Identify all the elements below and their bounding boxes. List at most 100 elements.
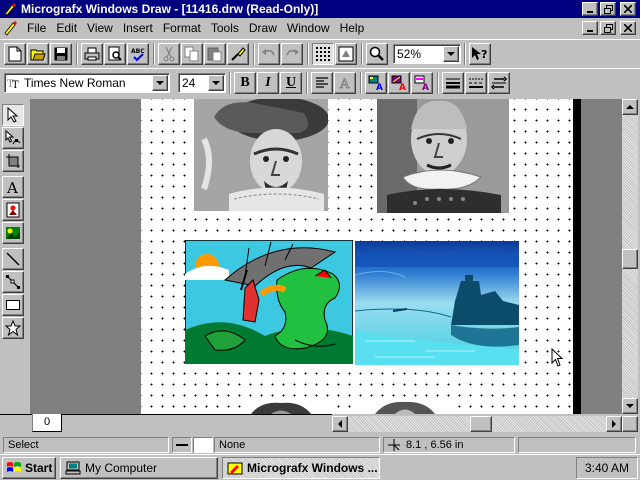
help-pointer-icon: ? <box>472 46 487 61</box>
horizontal-scroll-thumb[interactable] <box>470 416 492 432</box>
windows-logo-icon <box>7 461 21 472</box>
clipart-portrait-partial-left[interactable] <box>241 399 337 414</box>
text-outline-style-button[interactable]: A <box>411 71 433 94</box>
clipart-dragon-knight[interactable] <box>185 240 353 364</box>
clipart-icon <box>6 227 20 239</box>
curve-icon <box>6 275 20 289</box>
line-style-button[interactable] <box>465 71 487 94</box>
doc-minimize-button[interactable] <box>582 21 598 35</box>
symbol-tool[interactable] <box>2 199 24 221</box>
save-button[interactable] <box>50 42 72 65</box>
scroll-right-button[interactable] <box>606 416 622 432</box>
rectangle-tool[interactable] <box>2 294 24 316</box>
menu-view[interactable]: View <box>82 19 118 37</box>
taskbar-my-computer[interactable]: My Computer <box>60 456 218 479</box>
system-tray-clock[interactable]: 3:40 AM <box>576 456 638 479</box>
vertical-scroll-thumb[interactable] <box>622 249 638 269</box>
font-size-dropdown-button[interactable] <box>208 74 224 91</box>
curve-tool[interactable] <box>2 271 24 293</box>
text-pattern-icon: A <box>391 75 406 91</box>
paste-button[interactable] <box>204 42 226 65</box>
svg-text:A: A <box>6 179 18 195</box>
minimize-button[interactable] <box>582 2 598 16</box>
arrow-right-icon <box>612 420 616 428</box>
zoom-combo[interactable]: 52% <box>393 43 461 64</box>
font-size-combo[interactable]: 24 <box>178 72 226 93</box>
star-tool[interactable] <box>2 317 24 339</box>
context-help-button[interactable]: ? <box>469 42 491 65</box>
title-bar[interactable]: Micrografx Windows Draw - [11416.drw (Re… <box>0 0 640 18</box>
drawing-workspace[interactable] <box>30 99 622 414</box>
open-button[interactable] <box>27 42 49 65</box>
font-name-dropdown-button[interactable] <box>152 74 168 91</box>
line-tool[interactable] <box>2 248 24 270</box>
doc-restore-button[interactable] <box>600 21 616 35</box>
zoom-button[interactable] <box>366 42 388 65</box>
align-left-icon <box>316 76 328 88</box>
cut-button[interactable] <box>158 42 180 65</box>
crop-tool[interactable] <box>2 150 24 172</box>
print-preview-button[interactable] <box>104 42 126 65</box>
restore-icon <box>603 23 613 33</box>
bold-button[interactable]: B <box>234 71 256 94</box>
document-icon[interactable] <box>2 20 18 36</box>
menu-window[interactable]: Window <box>282 19 335 37</box>
zoom-dropdown-button[interactable] <box>443 45 459 62</box>
menu-file[interactable]: File <box>22 19 51 37</box>
menu-format[interactable]: Format <box>158 19 206 37</box>
new-button[interactable] <box>4 42 26 65</box>
scissors-icon <box>163 46 175 61</box>
computer-icon <box>65 461 81 474</box>
menu-insert[interactable]: Insert <box>118 19 158 37</box>
line-weight-button[interactable] <box>442 71 464 94</box>
text-effects-button[interactable]: A <box>334 71 356 94</box>
restore-button[interactable] <box>600 2 616 16</box>
format-painter-button[interactable] <box>227 42 249 65</box>
redo-button[interactable] <box>281 42 303 65</box>
drawing-page[interactable] <box>141 99 573 414</box>
scroll-down-button[interactable] <box>622 398 638 414</box>
italic-button[interactable]: I <box>257 71 279 94</box>
doc-close-button[interactable] <box>620 21 636 35</box>
page-view-button[interactable] <box>335 42 357 65</box>
menu-edit[interactable]: Edit <box>51 19 82 37</box>
app-icon[interactable] <box>3 2 17 16</box>
scroll-left-button[interactable] <box>332 416 348 432</box>
node-edit-tool[interactable] <box>2 127 24 149</box>
tool-palette: A <box>2 104 26 339</box>
print-button[interactable] <box>81 42 103 65</box>
text-pattern-button[interactable]: A <box>388 71 410 94</box>
grid-toggle-button[interactable] <box>312 42 334 65</box>
text-color-button[interactable]: A <box>365 71 387 94</box>
clipart-portrait-collar[interactable] <box>377 99 509 213</box>
copy-button[interactable] <box>181 42 203 65</box>
menu-help[interactable]: Help <box>335 19 370 37</box>
text-tool[interactable]: A <box>2 176 24 198</box>
printer-icon <box>84 47 100 60</box>
close-button[interactable] <box>620 2 636 16</box>
clipart-portrait-partial-right[interactable] <box>355 399 455 414</box>
undo-button[interactable] <box>258 42 280 65</box>
spell-check-icon: ABC <box>131 48 145 61</box>
copy-icon <box>184 46 199 61</box>
paintbrush-icon <box>231 46 246 61</box>
clipart-castle-lake[interactable] <box>355 241 519 365</box>
taskbar-windows-draw[interactable]: Micrografx Windows ... <box>222 456 380 479</box>
page-tab[interactable]: 0 <box>32 414 62 432</box>
new-document-icon <box>8 46 22 61</box>
menu-tools[interactable]: Tools <box>206 19 244 37</box>
vertical-scrollbar[interactable] <box>622 99 638 414</box>
spelling-button[interactable]: ABC <box>127 42 149 65</box>
clipart-tool[interactable] <box>2 222 24 244</box>
underline-button[interactable]: U <box>280 71 302 94</box>
line-ends-button[interactable] <box>488 71 510 94</box>
start-button[interactable]: Start <box>2 456 56 479</box>
clipart-portrait-hat[interactable] <box>194 99 328 211</box>
select-tool[interactable] <box>2 104 24 126</box>
text-fill-icon: A <box>368 75 383 91</box>
scroll-up-button[interactable] <box>622 99 638 115</box>
menu-draw[interactable]: Draw <box>244 19 282 37</box>
align-left-button[interactable] <box>311 71 333 94</box>
font-name-combo[interactable]: TT Times New Roman <box>4 72 170 93</box>
horizontal-scrollbar[interactable] <box>332 416 622 432</box>
